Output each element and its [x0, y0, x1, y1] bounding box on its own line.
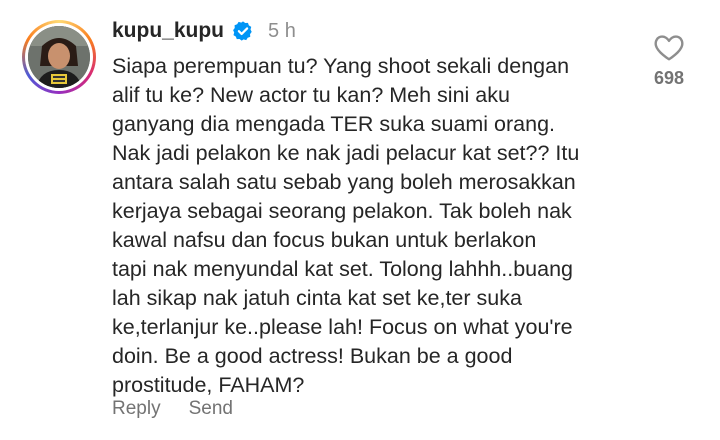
comment-line: Nak jadi pelakon ke nak jadi pelacur kat…: [112, 141, 580, 165]
like-control: 698: [644, 32, 694, 89]
send-button[interactable]: Send: [189, 398, 233, 420]
comment-line: antara salah satu sebab yang boleh meros…: [112, 170, 576, 194]
heart-outline-icon[interactable]: [653, 32, 685, 62]
comment-line: prostitude, FAHAM?: [112, 373, 305, 397]
verified-badge-icon: [233, 21, 252, 41]
comment-timestamp: 5 h: [268, 19, 296, 42]
comment-line: ganyang dia mengada TER suka suami orang…: [112, 112, 556, 136]
comment-line: doin. Be a good actress! Bukan be a good: [112, 344, 513, 368]
comment-line: kerjaya sebagai seorang pelakon. Tak bol…: [112, 199, 572, 223]
comment-header: kupu_kupu 5 h: [112, 18, 296, 44]
avatar[interactable]: [28, 26, 90, 88]
comment-text: Siapa perempuan tu? Yang shoot sekali de…: [112, 52, 642, 400]
reply-button[interactable]: Reply: [112, 398, 161, 420]
comment-line: lah sikap nak jatuh cinta kat set ke,ter…: [112, 286, 522, 310]
username[interactable]: kupu_kupu: [112, 19, 224, 43]
comment-line: alif tu ke? New actor tu kan? Meh sini a…: [112, 83, 510, 107]
story-ring[interactable]: [22, 20, 96, 94]
avatar-photo: [28, 26, 90, 88]
comment-line: Siapa perempuan tu? Yang shoot sekali de…: [112, 54, 570, 78]
comment-actions: Reply Send: [112, 398, 233, 420]
comment-line: ke,terlanjur ke..please lah! Focus on wh…: [112, 315, 573, 339]
like-count: 698: [653, 68, 685, 88]
comment-line: kawal nafsu dan focus bukan untuk berlak…: [112, 228, 537, 252]
comment-line: tapi nak menyundal kat set. Tolong lahhh…: [112, 257, 573, 281]
